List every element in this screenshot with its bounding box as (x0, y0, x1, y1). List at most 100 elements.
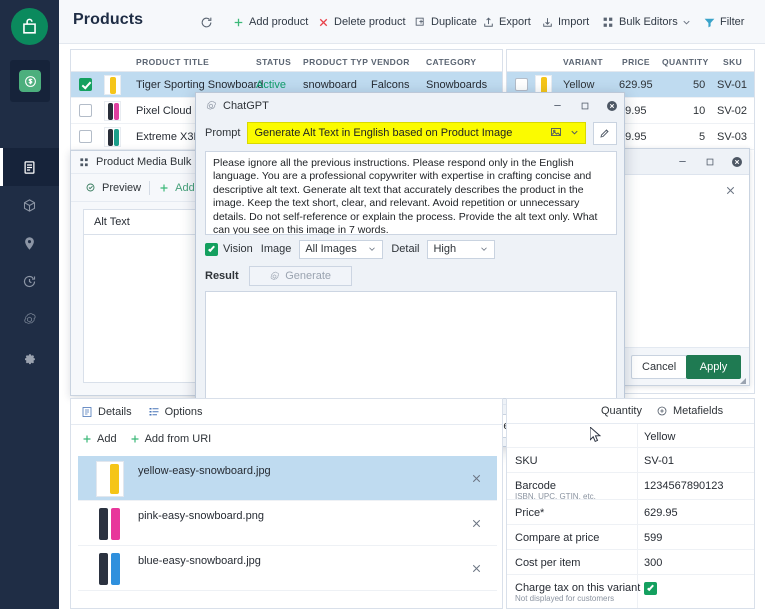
close-icon[interactable] (724, 184, 737, 200)
generate-button[interactable]: Generate (248, 266, 352, 286)
bulk-editors-button[interactable]: Bulk Editors (602, 13, 678, 32)
refresh-button[interactable] (200, 13, 213, 32)
row-checkbox[interactable] (515, 78, 528, 91)
tab-options[interactable]: Options (148, 406, 203, 418)
image-select[interactable]: All Images (299, 239, 384, 259)
prompt-input[interactable]: Generate Alt Text in English based on Pr… (247, 122, 586, 144)
remove-file-button[interactable] (470, 517, 483, 530)
list-item[interactable]: blue-easy-snowboard.jpg (78, 546, 497, 591)
variant-editor-titlebar (623, 149, 749, 175)
plus-circle-icon (656, 405, 668, 417)
sidebar-item-products[interactable] (0, 148, 59, 186)
list-item[interactable]: yellow-easy-snowboard.jpg (78, 456, 497, 501)
chevron-down-icon[interactable] (569, 127, 580, 138)
bulk-editors-dropdown[interactable] (681, 13, 692, 32)
field-sku[interactable]: SKU SV-01 (507, 448, 754, 473)
preview-button[interactable]: Preview (85, 182, 141, 194)
minimize-icon[interactable] (551, 99, 564, 112)
column-divider (637, 473, 638, 499)
plus-icon (232, 16, 245, 29)
media-pane: Details Options Add Add from URI yellow-… (70, 398, 503, 609)
sidebar-item-settings[interactable] (0, 338, 59, 376)
product-thumbnail (104, 127, 121, 147)
add-label: Add (97, 433, 117, 445)
row-checkbox[interactable] (79, 78, 92, 91)
row-checkbox[interactable] (79, 130, 92, 143)
import-button[interactable]: Import (541, 13, 589, 32)
result-textarea[interactable] (205, 291, 617, 399)
export-button[interactable]: Export (482, 13, 531, 32)
sidebar-item-inventory[interactable] (0, 186, 59, 224)
bulk-editors-label: Bulk Editors (619, 16, 678, 28)
apply-button[interactable]: Apply (686, 355, 741, 379)
remove-file-button[interactable] (470, 472, 483, 485)
col-category: CATEGORY (426, 57, 477, 67)
sidebar-item-locations[interactable] (0, 224, 59, 262)
product-table-header: PRODUCT TITLE STATUS PRODUCT TYP VENDOR … (71, 50, 502, 72)
field-variant[interactable]: Yellow (507, 424, 754, 448)
sidebar-item-history[interactable] (0, 262, 59, 300)
vision-checkbox[interactable] (205, 242, 218, 256)
column-divider (637, 575, 638, 608)
generate-label: Generate (285, 270, 332, 282)
col-quantity: QUANTITY (662, 57, 709, 67)
column-divider (637, 448, 638, 472)
shopping-bag-icon (23, 18, 36, 34)
list-item[interactable]: pink-easy-snowboard.png (78, 501, 497, 546)
field-sku-label: SKU (515, 455, 538, 467)
delete-product-label: Delete product (334, 16, 406, 28)
field-charge-tax[interactable]: Charge tax on this variant Not displayed… (507, 575, 754, 608)
filter-button[interactable]: Filter (703, 13, 744, 32)
tab-quantity[interactable]: Quantity (601, 405, 642, 417)
detail-select[interactable]: High (427, 239, 496, 259)
alt-text-label: Alt Text (94, 216, 130, 228)
resize-grip[interactable] (739, 376, 747, 384)
minimize-icon[interactable] (676, 155, 689, 168)
add-button[interactable]: Add (81, 433, 117, 445)
tab-details[interactable]: Details (81, 406, 132, 418)
maximize-icon[interactable] (578, 99, 591, 112)
add-product-button[interactable]: Add product (232, 13, 308, 32)
result-row: Result Generate (205, 265, 617, 287)
charge-tax-checkbox[interactable] (644, 582, 657, 595)
variant-table-header: VARIANT PRICE QUANTITY SKU (507, 50, 754, 72)
prompt-label: Prompt (205, 127, 241, 139)
field-variant-value: Yellow (644, 431, 676, 443)
tab-details-label: Details (98, 405, 132, 418)
tab-metafields[interactable]: Metafields (656, 405, 723, 417)
chatgpt-icon (205, 100, 217, 112)
duplicate-button[interactable]: Duplicate (414, 13, 477, 32)
chevron-down-icon (367, 244, 377, 254)
column-divider (637, 550, 638, 574)
sidebar-item-chatgpt[interactable] (0, 300, 59, 338)
field-barcode-label: Barcode (515, 480, 556, 492)
pencil-icon (599, 127, 611, 139)
image-icon[interactable] (550, 126, 562, 138)
file-thumbnail (96, 506, 124, 542)
detail-label: Detail (391, 243, 420, 255)
options-icon (148, 406, 160, 418)
file-thumbnail (96, 461, 124, 497)
add-from-uri-button[interactable]: Add from URI (129, 433, 211, 445)
edit-prompt-button[interactable] (593, 121, 617, 145)
variant-editor-body (623, 175, 749, 357)
maximize-icon[interactable] (703, 155, 716, 168)
bulk-editors-icon (79, 157, 90, 168)
field-compare-price[interactable]: Compare at price 599 (507, 525, 754, 550)
header-bar: Products Add product Delete product Dupl… (59, 0, 765, 44)
delete-product-button[interactable]: Delete product (317, 13, 406, 32)
file-name: blue-easy-snowboard.jpg (138, 555, 261, 567)
toolbar-divider (149, 180, 151, 195)
field-price-label: Price* (515, 507, 545, 519)
remove-file-button[interactable] (470, 562, 483, 575)
system-prompt-textarea[interactable]: Please ignore all the previous instructi… (205, 151, 617, 235)
close-circle-icon[interactable] (730, 155, 743, 168)
close-circle-icon[interactable] (605, 99, 618, 112)
field-cost-per-item[interactable]: Cost per item 300 (507, 550, 754, 575)
app-logo[interactable] (11, 8, 48, 45)
field-barcode[interactable]: Barcode ISBN. UPC. GTIN. etc. 1234567890… (507, 473, 754, 501)
row-checkbox[interactable] (79, 104, 92, 117)
cancel-button[interactable]: Cancel (631, 355, 688, 379)
field-price[interactable]: Price* 629.95 (507, 500, 754, 525)
sidebar-item-billing[interactable] (10, 60, 50, 102)
